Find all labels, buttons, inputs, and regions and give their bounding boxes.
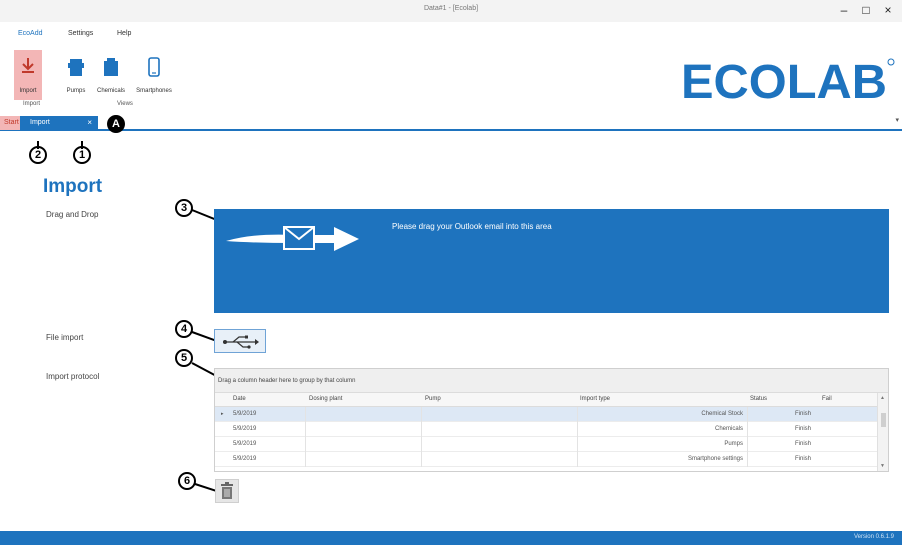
usb-import-button[interactable] [214,329,266,353]
page-title: Import [43,176,103,197]
email-drop-zone[interactable]: Please drag your Outlook email into this… [214,209,889,313]
chemical-container-icon [95,56,127,76]
usb-icon [223,335,259,349]
email-arrow-icon [226,226,359,251]
cell-status: Finish [795,456,812,462]
window-title: Data#1 - [Ecolab] [423,5,479,12]
ribbon-chemicals-button[interactable]: Chemicals [95,50,127,100]
ecolab-logo: ECOLAB [679,54,897,109]
label-file-import: File import [46,333,84,342]
row-indicator-icon: ▸ [221,411,224,417]
chevron-down-icon[interactable]: ▾ [895,116,899,124]
column-header-dosing-plant[interactable]: Dosing plant [309,396,342,402]
column-header-import-type[interactable]: Import type [580,396,610,402]
callout-6-leader [194,483,217,492]
trash-icon [221,482,233,499]
column-header-status[interactable]: Status [750,396,767,402]
pump-icon [62,56,90,76]
cell-date: 5/9/2019 [233,426,257,432]
close-window-button[interactable]: × [880,2,896,18]
callout-6: 6 [178,472,196,490]
cell-date: 5/9/2019 [233,411,257,417]
menu-item-ecoadd[interactable]: EcoAdd [18,30,43,37]
ribbon-group-views: Views [117,101,133,107]
smartphone-icon [132,56,176,77]
import-protocol-grid: Drag a column header here to group by th… [214,368,889,472]
tab-start[interactable]: Start [0,116,20,130]
table-row[interactable]: ▸ 5/9/2019 Chemical Stock Finish [215,407,879,422]
scroll-up-icon[interactable]: ▲ [880,395,885,401]
cell-import-type: Chemicals [714,426,743,432]
callout-3: 3 [175,199,193,217]
ribbon-smartphones-label: Smartphones [136,88,172,94]
ribbon-pumps-button[interactable]: Pumps [62,50,90,100]
callout-2-leader [37,141,39,149]
cell-import-type: Chemical Stock [701,411,743,417]
callout-5: 5 [175,349,193,367]
column-header-fail[interactable]: Fail [822,396,832,402]
tab-import-label: Import [30,119,50,126]
table-row[interactable]: 5/9/2019 Pumps Finish [215,437,879,452]
grid-header-row: Date Dosing plant Pump Import type Statu… [215,393,879,407]
group-by-panel[interactable]: Drag a column header here to group by th… [215,369,888,393]
table-row[interactable]: 5/9/2019 Smartphone settings Finish [215,452,879,467]
ribbon-chemicals-label: Chemicals [96,88,125,94]
callout-1-leader [81,141,83,149]
cell-date: 5/9/2019 [233,441,257,447]
cell-date: 5/9/2019 [233,456,257,462]
callout-4: 4 [175,320,193,338]
status-bar: Version 0.6.1.9 [0,531,902,545]
column-header-date[interactable]: Date [233,396,246,402]
ribbon-smartphones-button[interactable]: Smartphones [132,50,176,100]
maximize-button[interactable]: □ [858,2,874,18]
drop-zone-message: Please drag your Outlook email into this… [392,222,552,231]
delete-protocol-button[interactable] [215,479,239,503]
version-label: Version 0.6.1.9 [853,534,894,540]
close-tab-icon[interactable]: × [87,116,92,130]
grid-vertical-scrollbar[interactable]: ▲ ▼ [877,393,888,471]
scroll-down-icon[interactable]: ▼ [880,463,885,469]
cell-import-type: Pumps [724,441,743,447]
minimize-button[interactable]: – [836,2,852,18]
menu-item-help[interactable]: Help [117,30,131,37]
svg-text:ECOLAB: ECOLAB [681,56,887,106]
cell-status: Finish [795,441,812,447]
ribbon-group-import: Import [23,101,41,107]
import-arrow-icon [14,56,42,76]
label-drag-and-drop: Drag and Drop [46,210,99,219]
ribbon-import-button[interactable]: Import [14,50,42,100]
window-titlebar: Data#1 - [Ecolab] – □ × [0,0,902,22]
ribbon-import-label: Import [19,88,37,94]
cell-status: Finish [795,426,812,432]
ribbon-pumps-label: Pumps [66,88,86,94]
cell-status: Finish [795,411,812,417]
menu-item-settings[interactable]: Settings [68,30,93,37]
scrollbar-thumb[interactable] [881,413,886,427]
table-row[interactable]: 5/9/2019 Chemicals Finish [215,422,879,437]
callout-4-leader [191,331,215,342]
cell-import-type: Smartphone settings [687,456,743,462]
column-header-pump[interactable]: Pump [425,396,441,402]
callout-a: A [107,115,125,133]
label-import-protocol: Import protocol [46,372,100,381]
document-tab-bar: Start Import × ▾ [0,116,902,131]
tab-import[interactable]: Import × [20,116,98,130]
